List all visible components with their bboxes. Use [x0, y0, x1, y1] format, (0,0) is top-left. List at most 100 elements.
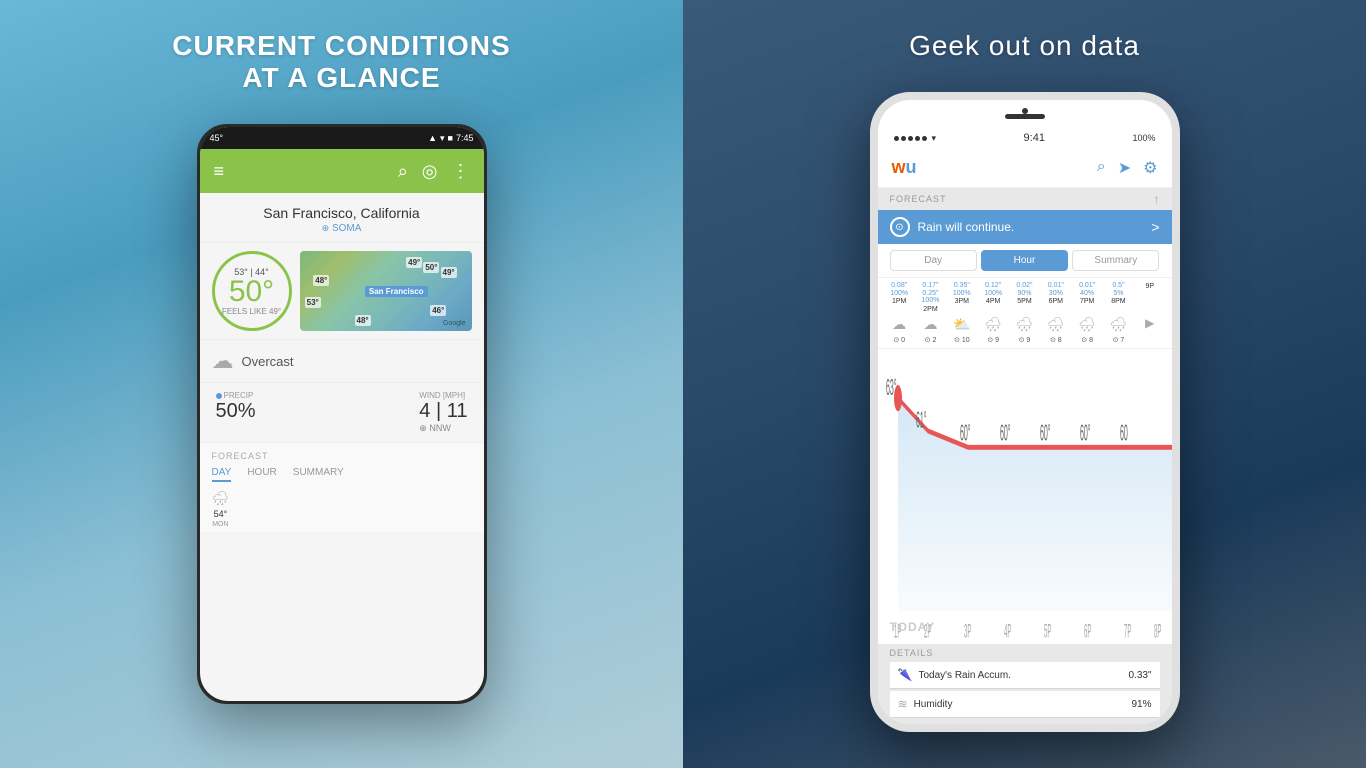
hourly-wind-4: ⊙ 9	[977, 336, 1008, 344]
hourly-time-3: 3PM	[955, 298, 969, 305]
tab-summary[interactable]: Summary	[1072, 250, 1159, 271]
iphone-tabs[interactable]: Day Hour Summary	[878, 244, 1172, 278]
hourly-wind-2: ⊙ 2	[915, 336, 946, 344]
android-toolbar[interactable]: ≡ ⌕ ◎ ⋮	[200, 149, 484, 193]
tab-summary[interactable]: SUMMARY	[293, 467, 344, 482]
status-right-icons: ▲ ▾ ■ 7:45	[428, 133, 473, 144]
chart-temp-label-60a: 60°	[960, 421, 971, 447]
hourly-wind-8: ⊙ 7	[1103, 336, 1134, 344]
location-name: San Francisco, California	[210, 205, 474, 221]
hourly-wind-6: ⊙ 8	[1040, 336, 1071, 344]
android-phone: 45° ▲ ▾ ■ 7:45 ≡ ⌕ ◎ ⋮ San Francisco	[197, 124, 487, 704]
iphone-location-icon[interactable]: ➤	[1118, 158, 1131, 178]
dot-5	[922, 136, 927, 141]
hourly-time-2: 2PM	[923, 306, 937, 313]
hourly-icon-8: 🌧	[1103, 316, 1134, 333]
weather-main: 53° | 44° 50° FEELS LIKE 49° 48° 49° 50°…	[200, 243, 484, 340]
more-icon[interactable]: ⋮	[452, 161, 470, 182]
hourly-precip-8: 0.5"5%	[1112, 282, 1124, 297]
signal-icon: ▲	[428, 133, 437, 143]
forecast-icon-1: 🌧	[212, 490, 230, 507]
left-panel: CURRENT CONDITIONS AT A GLANCE 45° ▲ ▾ ■…	[0, 0, 683, 768]
forecast-row: 🌧 54° MON	[212, 490, 472, 528]
wifi-icon: ▾	[440, 133, 445, 144]
location-icon[interactable]: ◎	[422, 161, 438, 182]
chart-temp-label-60d: 60°	[1080, 421, 1091, 447]
precip-section: PRECIP 50%	[216, 391, 256, 434]
hourly-icons-row: ☁ ☁ ⛅ 🌧 🌧 🌧 🌧 🌧 ▶	[884, 316, 1166, 333]
chart-time-4p: 4P	[1004, 621, 1011, 643]
map-temp-7: 48°	[355, 315, 371, 326]
iphone: ▾ 9:41 100% wu ⌕ ➤ ⚙ FORECAST ↑	[870, 92, 1180, 732]
map-temp-3: 50°	[423, 262, 439, 273]
forecast-section: FORECAST DAY HOUR SUMMARY 🌧 54° MON	[200, 443, 484, 532]
hourly-item-1: 0.08"100% 1PM	[884, 282, 915, 313]
rain-banner-arrow[interactable]: >	[1151, 219, 1159, 235]
humidity-icon: ≋	[898, 697, 908, 711]
hourly-precip-5: 0.02"90%	[1016, 282, 1032, 297]
hourly-wind-3: ⊙ 10	[946, 336, 977, 344]
rain-accum-label: Today's Rain Accum.	[918, 670, 1011, 681]
iphone-settings-icon[interactable]: ⚙	[1143, 158, 1157, 178]
humidity-label: Humidity	[914, 699, 953, 710]
hourly-item-9: 9P	[1134, 282, 1165, 313]
dot-4	[915, 136, 920, 141]
iphone-inner: ▾ 9:41 100% wu ⌕ ➤ ⚙ FORECAST ↑	[878, 100, 1172, 724]
details-section: DETAILS 🌂 Today's Rain Accum. 0.33" ≋ Hu…	[878, 644, 1172, 724]
right-panel-title: Geek out on data	[909, 30, 1140, 62]
location-type-icon: ⊕	[322, 223, 330, 233]
map-temp-1: 48°	[313, 275, 329, 286]
condition-icon: ☁	[212, 348, 234, 374]
tab-day[interactable]: DAY	[212, 467, 232, 482]
iphone-app-bar[interactable]: wu ⌕ ➤ ⚙	[878, 148, 1172, 188]
tab-hour[interactable]: HOUR	[247, 467, 276, 482]
android-screen: 45° ▲ ▾ ■ 7:45 ≡ ⌕ ◎ ⋮ San Francisco	[200, 127, 484, 701]
hourly-time-9: 9P	[1146, 283, 1155, 290]
details-left-humidity: ≋ Humidity	[898, 697, 953, 711]
hourly-item-7: 0.01"40% 7PM	[1071, 282, 1102, 313]
iphone-time: 9:41	[1024, 132, 1045, 144]
dot-3	[908, 136, 913, 141]
rain-accum-value: 0.33"	[1128, 670, 1151, 681]
share-icon[interactable]: ↑	[1154, 192, 1160, 206]
left-panel-title: CURRENT CONDITIONS AT A GLANCE	[172, 30, 510, 94]
condition-row: ☁ Overcast	[200, 340, 484, 383]
hourly-precip-3: 0.35"100%	[953, 282, 971, 297]
hourly-time-1: 1PM	[892, 298, 906, 305]
chart-time-5p: 5P	[1044, 621, 1051, 643]
menu-icon[interactable]: ≡	[214, 161, 225, 182]
dot-1	[894, 136, 899, 141]
app-bar-icons[interactable]: ⌕ ➤ ⚙	[1097, 158, 1158, 178]
hourly-wind-1: ⊙ 0	[884, 336, 915, 344]
search-icon[interactable]: ⌕	[398, 161, 408, 182]
temperature-chart: 63° 61° 60° 60° 60° 60° 60 1P 2P 3P 4P 5…	[878, 349, 1172, 644]
wind-value: 4 | 11	[419, 400, 467, 423]
tab-day[interactable]: Day	[890, 250, 977, 271]
chart-temp-label-60c: 60°	[1040, 421, 1051, 447]
hourly-time-4: 4PM	[986, 298, 1000, 305]
tab-hour[interactable]: Hour	[981, 250, 1068, 271]
chart-temp-label-63: 63°	[886, 375, 897, 401]
forecast-tabs[interactable]: DAY HOUR SUMMARY	[212, 467, 472, 482]
precip-dot	[216, 393, 222, 399]
iphone-search-icon[interactable]: ⌕	[1097, 158, 1106, 178]
hourly-icon-5: 🌧	[1009, 316, 1040, 333]
status-temp: 45°	[210, 133, 224, 143]
details-left-rain: 🌂 Today's Rain Accum.	[898, 668, 1011, 682]
humidity-value: 91%	[1131, 699, 1151, 710]
hourly-icon-2: ☁	[915, 316, 946, 333]
hourly-icon-1: ☁	[884, 316, 915, 333]
rain-banner[interactable]: ⊙ Rain will continue. >	[878, 210, 1172, 244]
hourly-precip-row: 0.08"100% 1PM 0.17"0.25"100% 2PM 0.35"10…	[884, 282, 1166, 313]
chart-temp-label-61: 61°	[916, 407, 927, 433]
hourly-icon-4: 🌧	[977, 316, 1008, 333]
hourly-item-8: 0.5"5% 8PM	[1103, 282, 1134, 313]
wifi-signal-icon: ▾	[932, 133, 937, 144]
hourly-icon-9: ▶	[1134, 316, 1165, 333]
rain-banner-text: Rain will continue.	[918, 220, 1144, 234]
map-attribution: Google	[443, 320, 466, 327]
details-label: DETAILS	[890, 648, 1160, 658]
feels-like: FEELS LIKE 49°	[222, 307, 281, 316]
forecast-temp-1: 54°	[214, 509, 228, 519]
temp-circle: 53° | 44° 50° FEELS LIKE 49°	[212, 251, 292, 331]
